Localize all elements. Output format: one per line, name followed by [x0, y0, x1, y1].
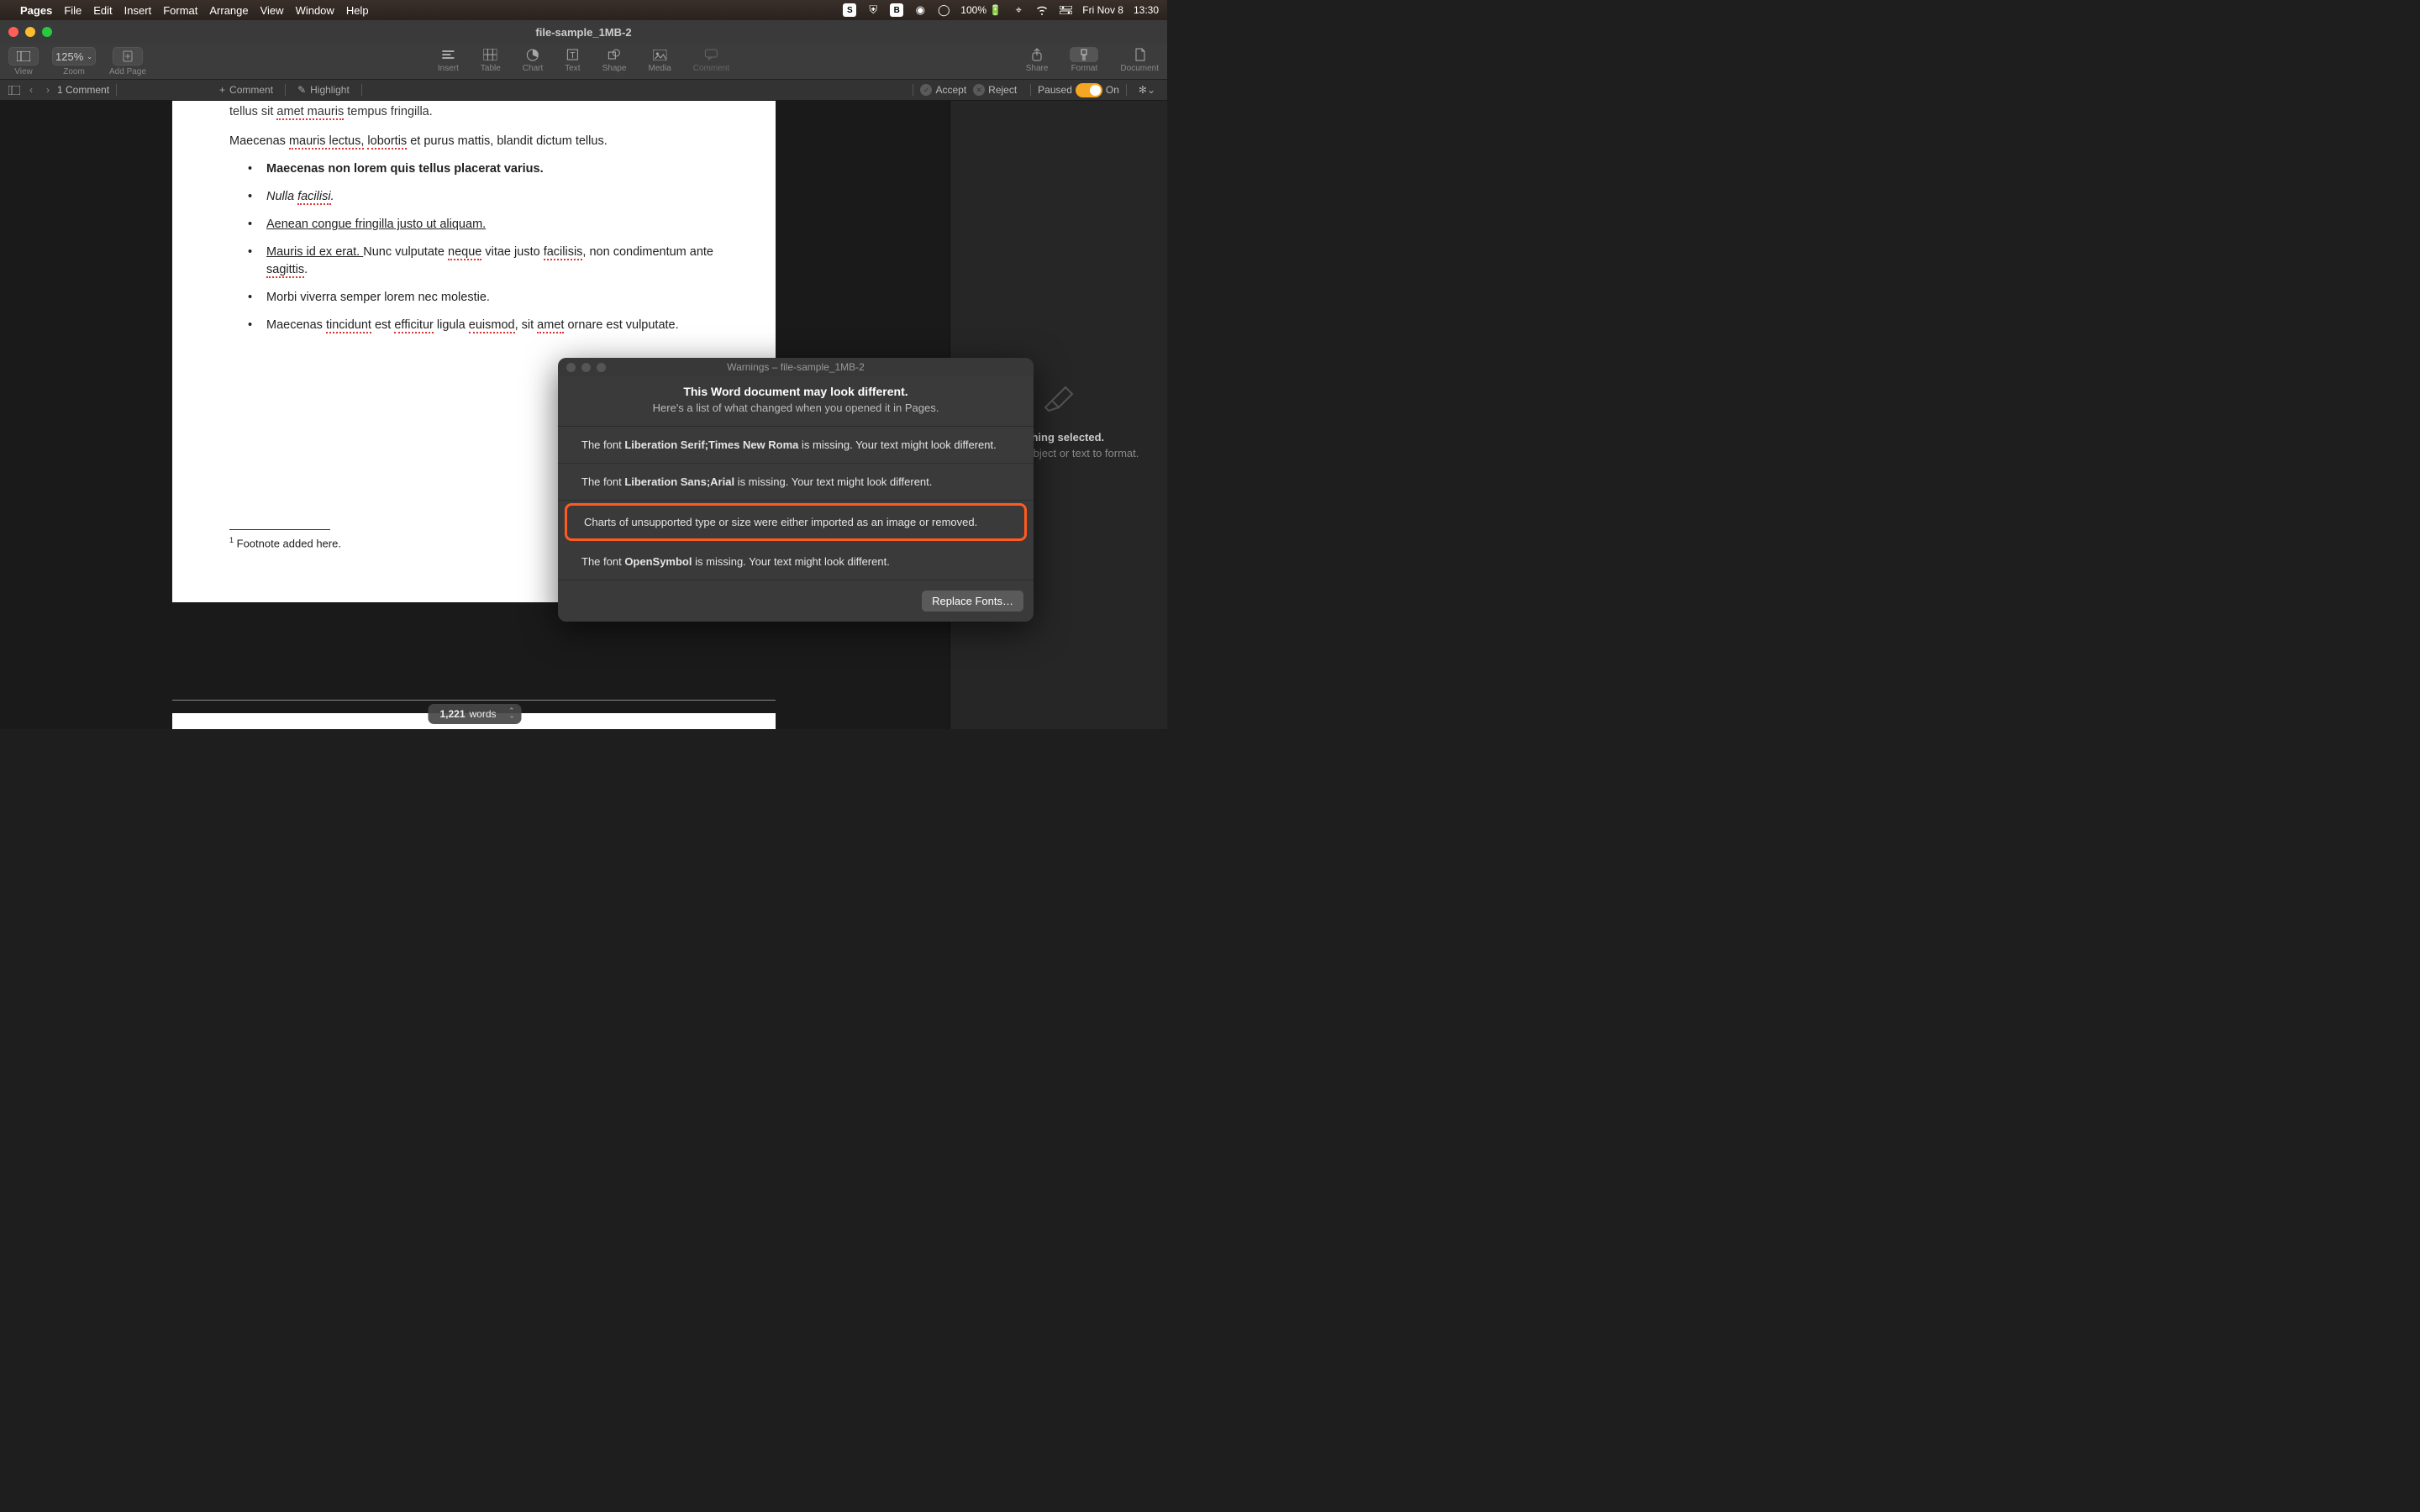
status-s-icon[interactable]: S — [843, 3, 856, 17]
reject-x-icon[interactable]: ✕ — [973, 84, 985, 96]
svg-text:T: T — [570, 51, 575, 60]
table-icon[interactable] — [484, 47, 497, 62]
dialog-zoom-button[interactable] — [597, 363, 606, 372]
dialog-heading: This Word document may look different. — [568, 385, 1023, 398]
prev-comment-icon[interactable]: ‹ — [24, 83, 39, 97]
word-count-pill[interactable]: 1,221words — [428, 704, 521, 724]
zoom-dropdown[interactable]: 125%⌄ — [52, 47, 96, 66]
warning-row: The font Liberation Sans;Arial is missin… — [558, 464, 1034, 501]
highlight-button[interactable]: ✎Highlight — [292, 82, 355, 97]
add-comment-button[interactable]: +Comment — [214, 82, 278, 97]
replace-fonts-button[interactable]: Replace Fonts… — [922, 591, 1023, 612]
sidebar-toggle-icon[interactable] — [7, 83, 22, 97]
view-button[interactable] — [8, 47, 39, 66]
accept-button[interactable]: Accept — [935, 84, 966, 96]
shield-icon[interactable]: ⛨ — [866, 3, 880, 17]
menu-view[interactable]: View — [260, 4, 284, 17]
plus-icon: + — [219, 84, 225, 96]
add-page-label: Add Page — [109, 67, 146, 76]
chart-icon[interactable] — [527, 47, 539, 62]
dialog-title: Warnings – file-sample_1MB-2 — [727, 361, 865, 373]
close-button[interactable] — [8, 27, 18, 37]
tracking-toggle[interactable] — [1076, 83, 1102, 97]
menu-insert[interactable]: Insert — [124, 4, 152, 17]
dialog-close-button[interactable] — [566, 363, 576, 372]
dialog-subheading: Here's a list of what changed when you o… — [568, 402, 1023, 414]
minimize-button[interactable] — [25, 27, 35, 37]
status-b-icon[interactable]: B — [890, 3, 903, 17]
app-menu[interactable]: Pages — [20, 4, 52, 17]
bullet-5: Morbi viverra semper lorem nec molestie. — [248, 289, 718, 307]
menubar-date[interactable]: Fri Nov 8 — [1082, 4, 1123, 16]
zoom-label: Zoom — [63, 67, 85, 76]
media-icon[interactable] — [653, 47, 666, 62]
comment-count: 1 Comment — [57, 84, 109, 96]
menu-edit[interactable]: Edit — [93, 4, 112, 17]
menu-window[interactable]: Window — [296, 4, 334, 17]
view-label: View — [14, 67, 33, 76]
warning-row: The font Liberation Serif;Times New Roma… — [558, 427, 1034, 464]
menu-arrange[interactable]: Arrange — [209, 4, 248, 17]
document-icon[interactable] — [1134, 47, 1145, 62]
bullet-1: Maecenas non lorem quis tellus placerat … — [266, 162, 544, 176]
comment-icon[interactable] — [704, 47, 718, 62]
dialog-minimize-button[interactable] — [581, 363, 591, 372]
brush-icon — [1035, 370, 1082, 417]
on-label: On — [1106, 84, 1119, 96]
warning-row-highlighted: Charts of unsupported type or size were … — [565, 503, 1027, 541]
circle-icon[interactable]: ◯ — [937, 3, 950, 17]
reject-button[interactable]: Reject — [988, 84, 1017, 96]
bullet-3: Aenean congue fringilla justo ut aliquam… — [266, 218, 486, 231]
add-page-button[interactable] — [113, 47, 143, 66]
tracking-options-icon[interactable]: ✻⌄ — [1134, 82, 1160, 97]
secondary-bar: ‹ › 1 Comment +Comment ✎Highlight ✓ Acce… — [0, 80, 1167, 101]
menu-file[interactable]: File — [64, 4, 82, 17]
zoom-button[interactable] — [42, 27, 52, 37]
warnings-dialog: Warnings – file-sample_1MB-2 This Word d… — [558, 358, 1034, 622]
warning-row: The font OpenSymbol is missing. Your tex… — [558, 543, 1034, 580]
dialog-titlebar: Warnings – file-sample_1MB-2 — [558, 358, 1034, 376]
footnote-separator — [229, 529, 330, 530]
text-icon[interactable]: T — [566, 47, 578, 62]
control-center-icon[interactable] — [1059, 3, 1072, 17]
shape-icon[interactable] — [608, 47, 621, 62]
accept-check-icon[interactable]: ✓ — [920, 84, 932, 96]
menubar-time[interactable]: 13:30 — [1134, 4, 1159, 16]
titlebar: file-sample_1MB-2 — [0, 20, 1167, 44]
paused-label: Paused — [1038, 84, 1072, 96]
battery-status[interactable]: 100% 🔋 — [960, 4, 1002, 16]
wifi-icon[interactable] — [1035, 3, 1049, 17]
toolbar: View 125%⌄ Zoom Add Page Insert Table Ch… — [0, 44, 1167, 80]
pencil-icon: ✎ — [297, 84, 306, 96]
window-title: file-sample_1MB-2 — [535, 26, 631, 39]
system-menubar: Pages File Edit Insert Format Arrange Vi… — [0, 0, 1167, 20]
record-icon[interactable]: ◉ — [913, 3, 927, 17]
share-icon[interactable] — [1031, 47, 1043, 62]
menu-help[interactable]: Help — [346, 4, 369, 17]
format-icon[interactable] — [1070, 47, 1098, 62]
bluetooth-icon[interactable]: ⌖ — [1012, 3, 1025, 17]
menu-format[interactable]: Format — [163, 4, 197, 17]
insert-icon[interactable] — [440, 47, 455, 62]
next-comment-icon[interactable]: › — [40, 83, 55, 97]
